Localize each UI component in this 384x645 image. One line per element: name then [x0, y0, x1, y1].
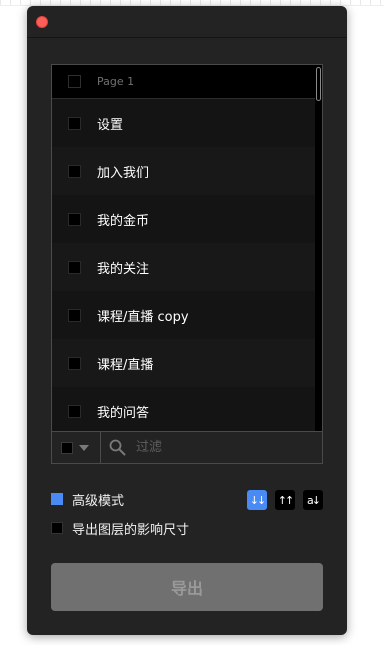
list-item[interactable]: 设置 — [52, 99, 315, 147]
layer-list[interactable]: Page 1 设置 加入我们 我的金币 我的关注 课程/直播 copy 课程/直… — [52, 65, 322, 431]
filter-search — [101, 432, 322, 463]
list-item-checkbox[interactable] — [68, 212, 81, 226]
list-item[interactable]: 我的关注 — [52, 243, 315, 291]
list-item-checkbox[interactable] — [68, 116, 81, 130]
page-header-label: Page 1 — [97, 75, 135, 88]
list-item-label: 课程/直播 copy — [97, 309, 189, 325]
list-scrollbar[interactable] — [315, 65, 322, 431]
list-item-label: 我的金币 — [97, 213, 150, 229]
list-item[interactable]: 课程/直播 copy — [52, 291, 315, 339]
type-filter-swatch — [61, 441, 73, 454]
sort-alpha-button[interactable]: a↓ — [303, 490, 323, 510]
list-item-checkbox[interactable] — [68, 260, 81, 274]
advanced-mode-option[interactable]: 高级模式 — [51, 491, 125, 509]
page-checkbox[interactable] — [68, 75, 81, 88]
list-item-label: 设置 — [97, 117, 124, 133]
list-item[interactable]: 加入我们 — [52, 147, 315, 195]
list-item-label: 课程/直播 — [97, 357, 154, 373]
page-header-row[interactable]: Page 1 — [52, 65, 315, 99]
list-item-label: 我的问答 — [97, 405, 150, 421]
title-bar — [27, 6, 347, 38]
list-item-label: 加入我们 — [97, 165, 150, 181]
list-footer — [52, 431, 322, 463]
close-window-button[interactable] — [36, 16, 48, 28]
sort-ascending-button[interactable]: ↑↑ — [275, 490, 295, 510]
list-item[interactable]: 我的金币 — [52, 195, 315, 243]
list-item-checkbox[interactable] — [68, 308, 81, 322]
list-item-checkbox[interactable] — [68, 164, 81, 178]
layer-list-panel: Page 1 设置 加入我们 我的金币 我的关注 课程/直播 copy 课程/直… — [51, 64, 323, 464]
search-icon — [109, 439, 126, 456]
list-item-label: 我的关注 — [97, 261, 150, 277]
list-item[interactable]: 我的问答 — [52, 387, 315, 431]
type-filter-dropdown[interactable] — [52, 432, 101, 463]
export-influence-label: 导出图层的影响尺寸 — [72, 522, 190, 538]
chevron-down-icon — [79, 444, 89, 451]
sort-descending-icon: ↓↓ — [249, 493, 267, 507]
list-item-checkbox[interactable] — [68, 404, 81, 418]
scrollbar-thumb[interactable] — [316, 67, 321, 101]
sort-alpha-icon: a↓ — [307, 493, 321, 507]
advanced-mode-label: 高级模式 — [72, 493, 125, 509]
export-window: Page 1 设置 加入我们 我的金币 我的关注 课程/直播 copy 课程/直… — [27, 6, 347, 635]
sort-descending-button[interactable]: ↓↓ — [247, 490, 267, 510]
list-item-checkbox[interactable] — [68, 356, 81, 370]
export-influence-option[interactable]: 导出图层的影响尺寸 — [51, 520, 190, 538]
export-button[interactable]: 导出 — [51, 563, 323, 611]
list-item[interactable]: 课程/直播 — [52, 339, 315, 387]
export-influence-checkbox[interactable] — [51, 522, 63, 534]
advanced-mode-checkbox[interactable] — [51, 493, 63, 505]
sort-ascending-icon: ↑↑ — [277, 493, 295, 507]
filter-input[interactable] — [136, 436, 316, 459]
